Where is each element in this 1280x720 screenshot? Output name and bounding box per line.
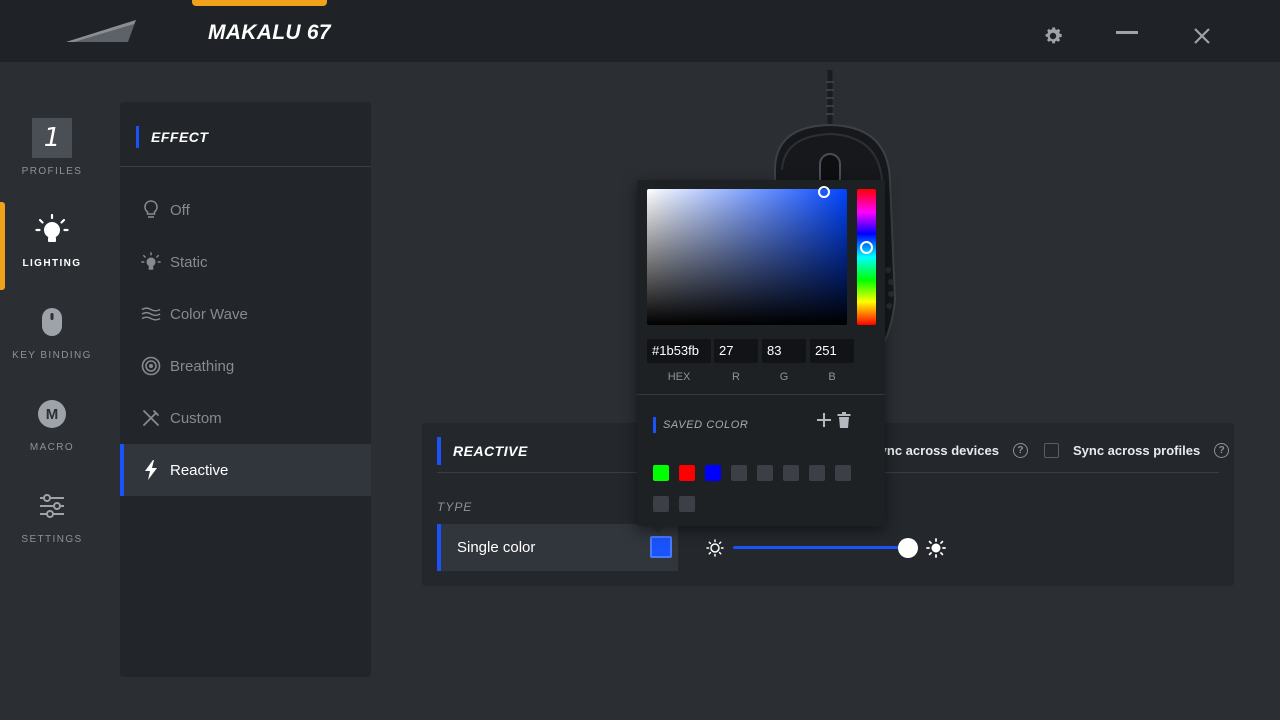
rail-item-settings[interactable]: SETTINGS <box>0 478 104 564</box>
rail-label-macro: MACRO <box>29 442 75 453</box>
bulb-static-icon <box>141 252 161 272</box>
effect-item-label: Custom <box>170 409 222 427</box>
rail-label-settings: SETTINGS <box>21 534 83 545</box>
effect-item-label: Reactive <box>170 461 229 479</box>
saved-color-swatch[interactable] <box>705 465 721 481</box>
saved-color-swatch[interactable] <box>809 465 825 481</box>
effect-item-label: Color Wave <box>170 305 248 323</box>
effect-item-custom[interactable]: Custom <box>120 392 371 444</box>
rail-item-profiles[interactable]: 1 PROFILES <box>0 110 104 196</box>
lightning-icon <box>141 460 161 480</box>
rail-icon-slot <box>32 302 72 342</box>
saved-color-swatch[interactable] <box>679 465 695 481</box>
effect-item-off[interactable]: Off <box>120 184 371 236</box>
saved-color-swatch[interactable] <box>757 465 773 481</box>
accent-tab <box>192 0 327 6</box>
sync-profiles-label: Sync across profiles <box>1073 443 1201 458</box>
hue-slider[interactable] <box>857 189 876 325</box>
profile-slot: 1 <box>32 118 72 158</box>
brightness-low-icon <box>706 539 724 557</box>
red-label: R <box>732 371 740 383</box>
mouse-icon <box>42 308 62 336</box>
gear-icon <box>1045 27 1062 44</box>
rail-item-lighting[interactable]: LIGHTING <box>0 202 104 288</box>
saved-color-swatch[interactable] <box>679 496 695 512</box>
saved-color-swatch[interactable] <box>783 465 799 481</box>
rail-label-key-binding: KEY BINDING <box>12 350 92 361</box>
brightness-slider-thumb[interactable] <box>898 538 918 558</box>
saved-color-swatch[interactable] <box>731 465 747 481</box>
app-title: MAKALU 67 <box>208 21 331 44</box>
effect-item-color-wave[interactable]: Color Wave <box>120 288 371 340</box>
trash-icon <box>837 412 851 428</box>
divider <box>120 166 371 167</box>
blue-label: B <box>828 371 836 383</box>
rail-item-key-binding[interactable]: KEY BINDING <box>0 294 104 380</box>
sync-devices-label: Sync across devices <box>871 443 999 458</box>
saturation-value-cursor[interactable] <box>818 186 830 198</box>
brightness-high-icon <box>926 538 946 558</box>
close-icon <box>1194 28 1210 44</box>
close-button[interactable] <box>1188 22 1216 50</box>
help-icon[interactable]: ? <box>1012 443 1028 458</box>
saved-color-swatch[interactable] <box>653 496 669 512</box>
title-bar: MAKALU 67 <box>0 0 1280 62</box>
effect-item-label: Off <box>170 201 190 219</box>
effect-panel-title: EFFECT <box>136 126 208 148</box>
minimize-button[interactable] <box>1113 18 1141 46</box>
sliders-icon <box>40 494 64 518</box>
plus-icon <box>817 413 831 427</box>
sync-profiles-row: Sync across profiles ? <box>1044 443 1230 458</box>
saved-color-swatch[interactable] <box>835 465 851 481</box>
effect-item-reactive[interactable]: Reactive <box>120 444 371 496</box>
lightbulb-icon <box>35 213 69 242</box>
brightness-slider-track[interactable] <box>733 546 913 549</box>
color-picker-popup: #1b53fb 27 83 251 HEX R G B SAVED COLOR <box>637 180 885 526</box>
rail-label-lighting: LIGHTING <box>22 258 82 269</box>
hex-label: HEX <box>667 371 691 383</box>
effect-item-breathing[interactable]: Breathing <box>120 340 371 392</box>
green-input[interactable]: 83 <box>762 339 806 363</box>
hex-input[interactable]: #1b53fb <box>647 339 711 363</box>
rail-icon-slot <box>32 210 72 250</box>
rail-icon-slot <box>32 486 72 526</box>
custom-brush-icon <box>141 408 161 428</box>
add-saved-color-button[interactable] <box>815 411 833 429</box>
profile-number-icon: 1 <box>32 118 72 158</box>
effect-panel: EFFECT Off Static Color Wave Breathing C… <box>120 102 371 677</box>
saturation-value-area[interactable] <box>647 189 847 325</box>
macro-icon: M <box>38 400 66 428</box>
divider <box>637 394 885 395</box>
effect-item-static[interactable]: Static <box>120 236 371 288</box>
delete-saved-color-button[interactable] <box>835 411 853 429</box>
red-input[interactable]: 27 <box>714 339 758 363</box>
saved-color-swatch[interactable] <box>653 465 669 481</box>
rail-label-profiles: PROFILES <box>21 166 83 177</box>
help-icon[interactable]: ? <box>1214 443 1230 458</box>
reactive-panel-title: REACTIVE <box>437 437 528 465</box>
sync-profiles-checkbox[interactable] <box>1044 443 1059 458</box>
breathing-icon <box>141 356 161 376</box>
rail-item-macro[interactable]: M MACRO <box>0 386 104 472</box>
effect-item-label: Breathing <box>170 357 235 375</box>
blue-input[interactable]: 251 <box>810 339 854 363</box>
bulb-off-icon <box>141 200 161 220</box>
hue-slider-thumb[interactable] <box>860 241 873 254</box>
rail-icon-slot: M <box>32 394 72 434</box>
wave-icon <box>141 304 161 324</box>
green-label: G <box>779 371 789 383</box>
type-option-single-color[interactable]: Single color <box>437 524 678 571</box>
type-option-label: Single color <box>457 539 536 556</box>
minimize-icon <box>1116 30 1138 34</box>
brightness-slider[interactable] <box>706 537 948 559</box>
picker-pointer <box>651 526 665 533</box>
color-swatch-button[interactable] <box>650 536 672 558</box>
type-label: TYPE <box>437 500 473 514</box>
effect-item-label: Static <box>170 253 208 271</box>
saved-color-title: SAVED COLOR <box>653 417 748 433</box>
brand-logo <box>66 20 136 42</box>
settings-gear-button[interactable] <box>1039 22 1067 50</box>
